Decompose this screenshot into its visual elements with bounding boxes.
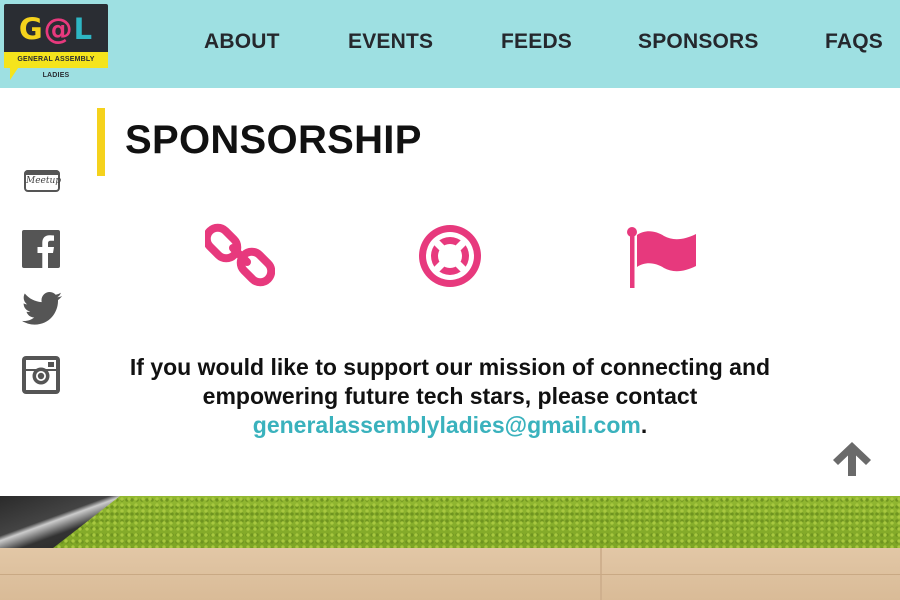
nav-item-sponsors[interactable]: SPONSORS [638, 30, 759, 54]
instagram-icon [22, 356, 60, 394]
twitter-icon [22, 292, 62, 325]
life-ring-icon [414, 222, 486, 295]
flag-icon [626, 226, 700, 293]
floor-seam [0, 574, 900, 575]
sponsor-message-text: If you would like to support our mission… [129, 354, 771, 409]
nav-item-events[interactable]: EVENTS [348, 30, 433, 54]
meetup-icon: Meetup [24, 170, 61, 192]
message-period: . [640, 412, 648, 438]
main-nav: ABOUT EVENTS FEEDS SPONSORS FAQS [0, 0, 900, 88]
instagram-link[interactable] [22, 356, 60, 394]
nav-item-about[interactable]: ABOUT [204, 30, 280, 54]
meetup-link[interactable]: Meetup [22, 164, 61, 202]
back-to-top-button[interactable] [830, 440, 874, 478]
sponsor-message: If you would like to support our mission… [100, 353, 800, 440]
nav-item-faqs[interactable]: FAQS [825, 30, 883, 54]
facebook-link[interactable] [22, 230, 60, 268]
nav-item-feeds[interactable]: FEEDS [501, 30, 572, 54]
chain-link-icon [202, 222, 276, 293]
twitter-link[interactable] [22, 292, 62, 330]
site-header: G @ L GENERAL ASSEMBLY LADIES ABOUT EVENTS… [0, 0, 900, 88]
facebook-icon [22, 230, 60, 268]
decorative-carpet [0, 496, 900, 548]
page-title: SPONSORSHIP [125, 118, 422, 162]
contact-email-link[interactable]: generalassemblyladies@gmail.com [253, 412, 641, 438]
arrow-up-icon [833, 442, 871, 476]
title-accent-bar [97, 108, 105, 176]
